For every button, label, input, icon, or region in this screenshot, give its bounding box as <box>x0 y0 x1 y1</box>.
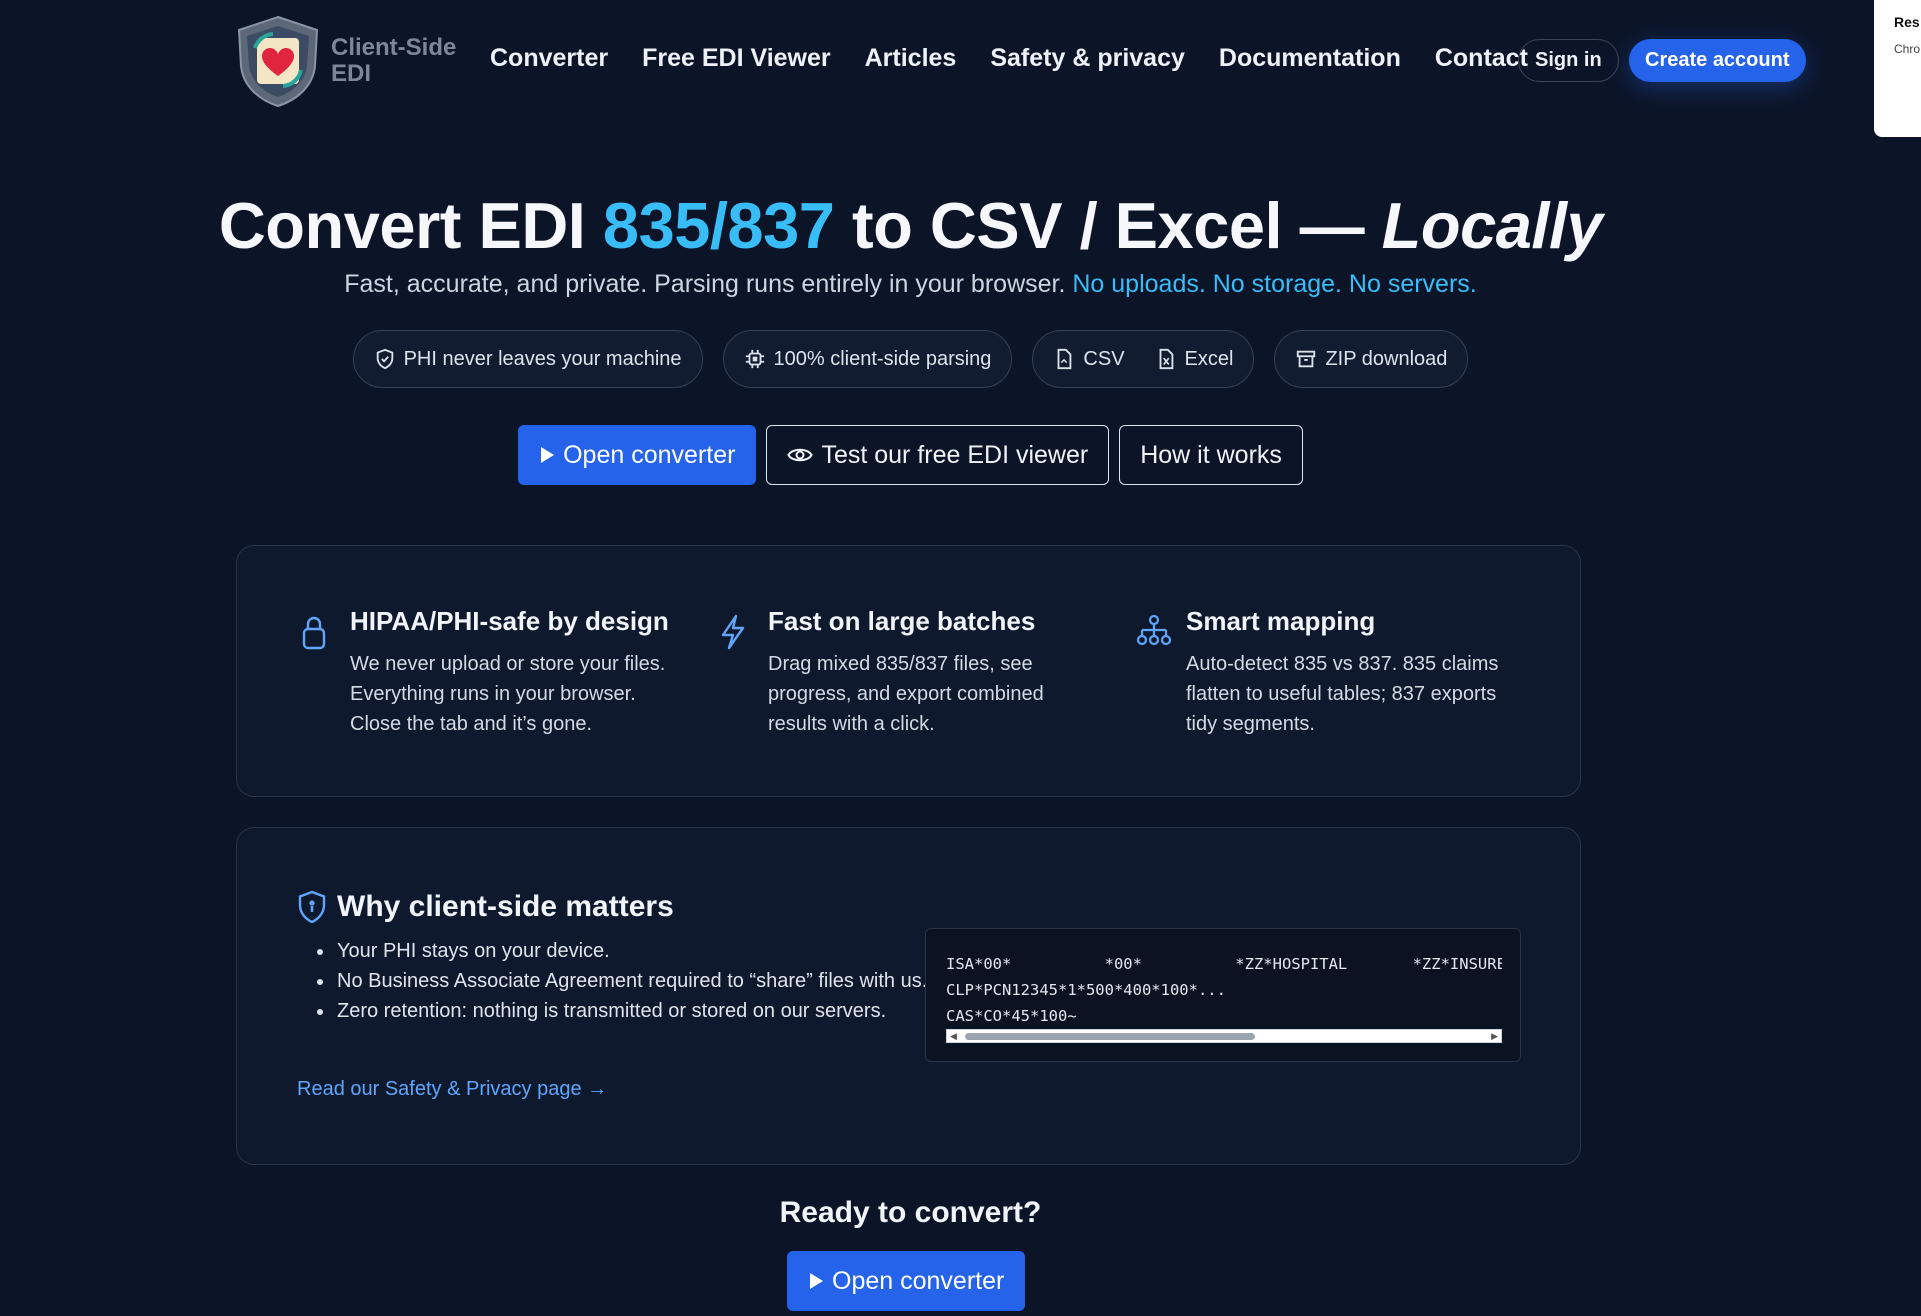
code-line: CLP*PCN12345*1*500*400*100*... <box>946 981 1226 999</box>
feature-mapping: Smart mapping Auto-detect 835 vs 837. 83… <box>1136 606 1516 739</box>
pill-phi-label: PHI never leaves your machine <box>403 347 682 370</box>
bottom-open-converter-label: Open converter <box>832 1266 1005 1295</box>
shield-check-icon <box>376 348 393 370</box>
feature-hipaa: HIPAA/PHI-safe by design We never upload… <box>300 606 680 739</box>
nav-articles[interactable]: Articles <box>865 44 957 73</box>
how-it-works-label: How it works <box>1140 440 1282 469</box>
hero-cta-row: Open converter Test our free EDI viewer … <box>0 425 1821 485</box>
title-part-2: to CSV / Excel — <box>834 189 1382 262</box>
feature-fast-text: Drag mixed 835/837 files, see progress, … <box>768 653 1044 735</box>
test-viewer-button[interactable]: Test our free EDI viewer <box>766 425 1110 485</box>
title-emphasis: Locally <box>1381 189 1603 262</box>
brand-line-1: Client-Side <box>331 34 457 61</box>
pill-formats: CSV Excel <box>1032 330 1255 388</box>
code-block: ISA*00* *00* *ZZ*HOSPITAL *ZZ*INSURER CL… <box>946 951 1502 1029</box>
brand-line-2: EDI <box>331 60 372 87</box>
page-title: Convert EDI 835/837 to CSV / Excel — Loc… <box>0 188 1821 263</box>
how-it-works-button[interactable]: How it works <box>1119 425 1303 485</box>
shield-heart-logo-icon <box>237 15 319 108</box>
nav-contact[interactable]: Contact <box>1435 44 1528 73</box>
code-line: ISA*00* *00* *ZZ*HOSPITAL *ZZ*INSURER <box>946 955 1502 973</box>
safety-privacy-link[interactable]: Read our Safety & Privacy page → <box>297 1078 607 1101</box>
popup-title: Res <box>1894 14 1920 30</box>
file-csv-icon <box>1058 348 1072 370</box>
eye-icon <box>787 448 814 462</box>
pill-client-side-label: 100% client-side parsing <box>773 347 992 370</box>
nav-free-edi-viewer[interactable]: Free EDI Viewer <box>642 44 831 73</box>
title-part-1: Convert EDI <box>218 189 603 262</box>
list-item: No Business Associate Agreement required… <box>317 966 937 996</box>
title-accent: 835/837 <box>602 189 835 262</box>
nav-documentation[interactable]: Documentation <box>1219 44 1401 73</box>
feature-fast-title: Fast on large batches <box>768 606 1036 636</box>
browser-side-popup[interactable]: Res Chro <box>1874 0 1921 137</box>
feature-hipaa-text: We never upload or store your files. Eve… <box>350 653 666 735</box>
feature-hipaa-title: HIPAA/PHI-safe by design <box>350 606 669 636</box>
open-converter-label: Open converter <box>563 440 736 469</box>
list-item: Zero retention: nothing is transmitted o… <box>317 996 937 1026</box>
file-excel-icon <box>1159 348 1173 370</box>
nav-safety-privacy[interactable]: Safety & privacy <box>990 44 1185 73</box>
bolt-icon <box>721 614 745 650</box>
features-card: HIPAA/PHI-safe by design We never upload… <box>236 545 1581 797</box>
lock-icon <box>302 616 326 650</box>
create-account-button[interactable]: Create account <box>1629 39 1806 82</box>
hero-subtitle: Fast, accurate, and private. Parsing run… <box>0 270 1821 299</box>
code-line: CAS*CO*45*100~ <box>946 1007 1077 1025</box>
pill-excel-label: Excel <box>1184 347 1234 370</box>
shield-info-icon <box>298 890 326 924</box>
hierarchy-icon <box>1136 614 1172 646</box>
play-icon <box>810 1273 823 1289</box>
code-horizontal-scrollbar[interactable]: ◀ ▶ <box>946 1029 1502 1043</box>
main-nav: Converter Free EDI Viewer Articles Safet… <box>490 44 1528 73</box>
why-bullet-list: Your PHI stays on your device. No Busine… <box>317 936 937 1026</box>
edi-code-sample: ISA*00* *00* *ZZ*HOSPITAL *ZZ*INSURER CL… <box>925 928 1521 1062</box>
pill-phi: PHI never leaves your machine <box>352 330 703 388</box>
pill-csv-label: CSV <box>1083 347 1125 370</box>
nav-converter[interactable]: Converter <box>490 44 608 73</box>
test-viewer-label: Test our free EDI viewer <box>821 440 1089 469</box>
scroll-left-arrow-icon[interactable]: ◀ <box>950 1032 957 1041</box>
pill-client-side: 100% client-side parsing <box>722 330 1013 388</box>
brand-name: Client-Side EDI <box>331 35 456 87</box>
pill-zip-label: ZIP download <box>1325 347 1448 370</box>
top-navigation-bar: Client-Side EDI Converter Free EDI Viewe… <box>0 0 1921 122</box>
sign-in-button[interactable]: Sign in <box>1518 39 1619 82</box>
bottom-open-converter-button[interactable]: Open converter <box>787 1251 1026 1311</box>
pill-zip: ZIP download <box>1274 330 1469 388</box>
subtitle-plain: Fast, accurate, and private. Parsing run… <box>344 270 1073 298</box>
feature-pills: PHI never leaves your machine 100% clien… <box>0 330 1821 388</box>
feature-mapping-title: Smart mapping <box>1186 606 1376 636</box>
brand-logo[interactable]: Client-Side EDI <box>233 14 456 108</box>
why-client-side-card: Why client-side matters Your PHI stays o… <box>236 827 1581 1165</box>
open-converter-button[interactable]: Open converter <box>518 425 757 485</box>
ready-to-convert-heading: Ready to convert? <box>779 1196 1042 1229</box>
play-icon <box>541 447 555 463</box>
feature-fast: Fast on large batches Drag mixed 835/837… <box>718 606 1098 739</box>
popup-subtitle: Chro <box>1894 42 1921 56</box>
why-title: Why client-side matters <box>337 890 674 923</box>
scroll-right-arrow-icon[interactable]: ▶ <box>1491 1032 1498 1041</box>
list-item: Your PHI stays on your device. <box>317 936 937 966</box>
feature-mapping-text: Auto-detect 835 vs 837. 835 claims flatt… <box>1186 653 1499 735</box>
scrollbar-thumb[interactable] <box>965 1033 1255 1040</box>
bottom-cta: Open converter <box>787 1251 1026 1311</box>
archive-box-icon <box>1297 350 1316 368</box>
subtitle-accent: No uploads. No storage. No servers. <box>1072 270 1477 298</box>
cpu-chip-icon <box>745 349 764 369</box>
